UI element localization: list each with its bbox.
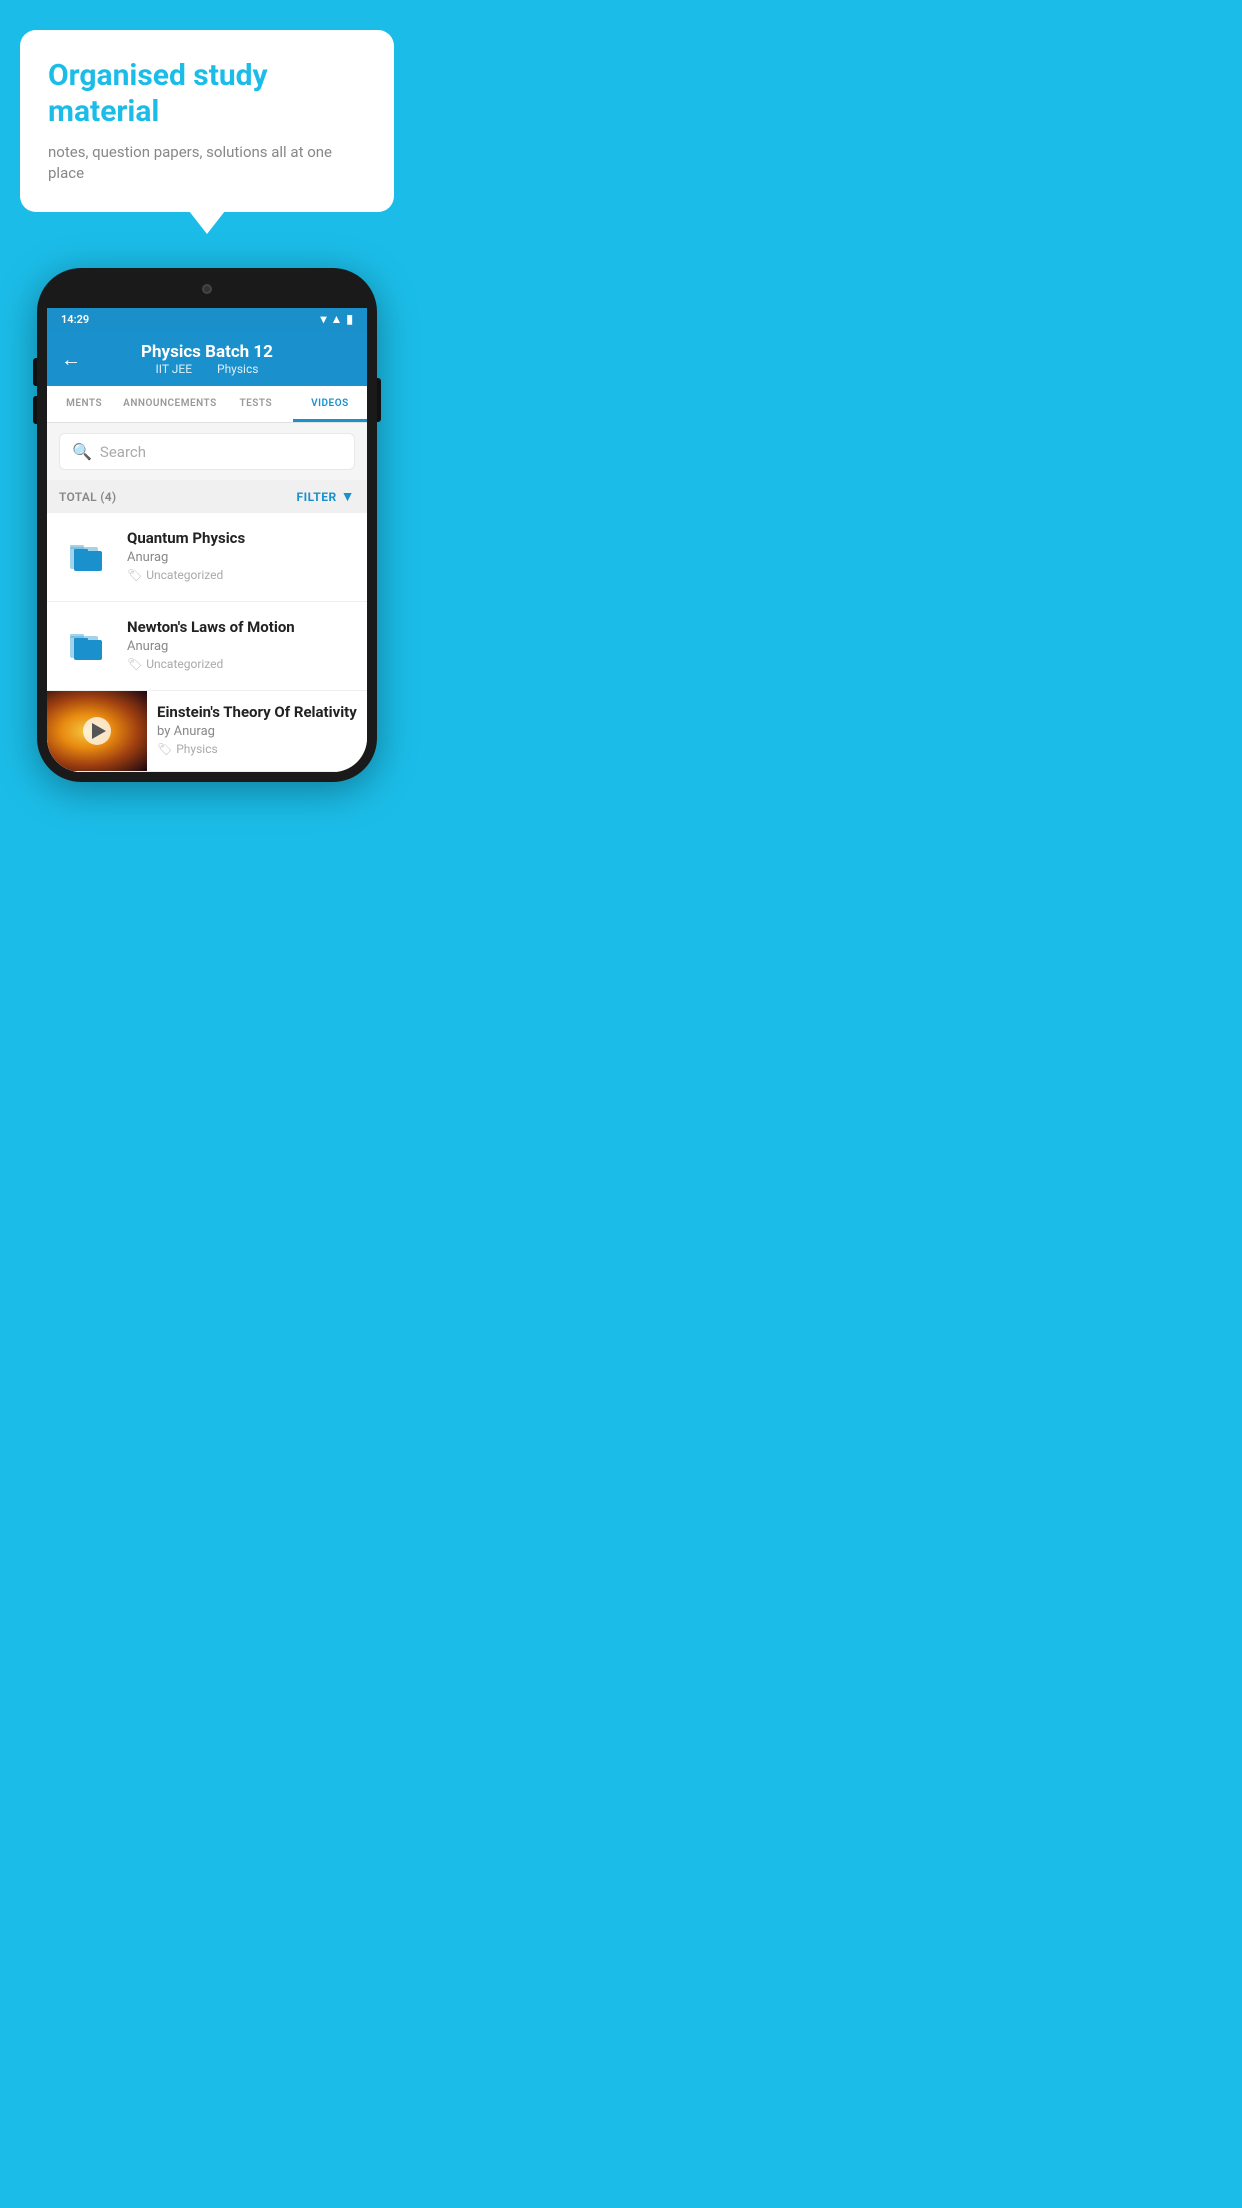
list-item[interactable]: Einstein's Theory Of Relativity by Anura… (47, 691, 367, 772)
volume-up-button (33, 358, 37, 386)
video-tag-quantum: 🏷 Uncategorized (127, 568, 355, 582)
tag-icon: 🏷 (157, 742, 172, 756)
search-icon: 🔍 (72, 442, 92, 461)
video-tag-newton: 🏷 Uncategorized (127, 657, 355, 671)
tag-icon: 🏷 (127, 657, 142, 671)
speech-bubble-section: Organised study material notes, question… (0, 0, 414, 212)
notch-bar (47, 278, 367, 308)
tag-label-einstein: Physics (176, 742, 217, 756)
status-time: 14:29 (61, 313, 89, 326)
status-icons: ▾ ▲ ▮ (320, 312, 353, 326)
video-info-quantum: Quantum Physics Anurag 🏷 Uncategorized (127, 529, 355, 582)
phone-notch (147, 278, 267, 300)
total-label: TOTAL (4) (59, 490, 116, 504)
tag-icon: 🏷 (127, 568, 142, 582)
video-list: Quantum Physics Anurag 🏷 Uncategorized (47, 513, 367, 772)
tab-ments[interactable]: MENTS (47, 386, 121, 422)
back-button[interactable]: ← (61, 347, 81, 372)
wifi-icon: ▾ (320, 312, 326, 326)
play-icon (92, 723, 106, 739)
battery-icon: ▮ (346, 312, 353, 326)
list-item[interactable]: Newton's Laws of Motion Anurag 🏷 Uncateg… (47, 602, 367, 691)
video-author-einstein: by Anurag (157, 724, 357, 739)
video-author-quantum: Anurag (127, 550, 355, 565)
filter-bar: TOTAL (4) FILTER ▼ (47, 480, 367, 513)
header-center: Physics Batch 12 IIT JEE Physics (141, 342, 273, 376)
volume-down-button (33, 396, 37, 424)
tag-label-newton: Uncategorized (146, 657, 223, 671)
speech-bubble: Organised study material notes, question… (20, 30, 394, 212)
video-tag-einstein: 🏷 Physics (157, 742, 357, 756)
filter-icon: ▼ (341, 488, 355, 505)
header-subtitle-separator (203, 362, 209, 376)
status-bar: 14:29 ▾ ▲ ▮ (47, 308, 367, 330)
header-subtitle: IIT JEE Physics (141, 362, 273, 376)
search-bar: 🔍 Search (47, 423, 367, 480)
tab-tests[interactable]: TESTS (219, 386, 293, 422)
play-button[interactable] (83, 717, 111, 745)
video-title-newton: Newton's Laws of Motion (127, 618, 355, 636)
tabs-bar: MENTS ANNOUNCEMENTS TESTS VIDEOS (47, 386, 367, 423)
signal-icon: ▲ (331, 312, 343, 326)
list-item[interactable]: Quantum Physics Anurag 🏷 Uncategorized (47, 513, 367, 602)
tab-announcements[interactable]: ANNOUNCEMENTS (121, 386, 219, 422)
search-input-wrapper[interactable]: 🔍 Search (59, 433, 355, 470)
bubble-subtitle: notes, question papers, solutions all at… (48, 142, 366, 184)
video-title-quantum: Quantum Physics (127, 529, 355, 547)
video-author-newton: Anurag (127, 639, 355, 654)
bubble-title: Organised study material (48, 58, 366, 130)
folder-thumb-quantum (59, 529, 115, 585)
header-title: Physics Batch 12 (141, 342, 273, 362)
tag-label-quantum: Uncategorized (146, 568, 223, 582)
video-info-newton: Newton's Laws of Motion Anurag 🏷 Uncateg… (127, 618, 355, 671)
power-button (377, 378, 381, 422)
folder-icon (65, 535, 109, 579)
filter-button[interactable]: FILTER ▼ (297, 488, 356, 505)
filter-label: FILTER (297, 490, 337, 504)
header-subtitle-part1: IIT JEE (156, 362, 193, 376)
video-thumbnail-einstein (47, 691, 147, 771)
camera-icon (202, 284, 212, 294)
video-info-einstein: Einstein's Theory Of Relativity by Anura… (147, 691, 367, 768)
video-title-einstein: Einstein's Theory Of Relativity (157, 703, 357, 721)
app-header: ← Physics Batch 12 IIT JEE Physics (47, 330, 367, 386)
header-subtitle-part2: Physics (217, 362, 258, 376)
tab-videos[interactable]: VIDEOS (293, 386, 367, 422)
folder-icon (65, 624, 109, 668)
phone-frame: 14:29 ▾ ▲ ▮ ← Physics Batch 12 IIT JEE P… (37, 268, 377, 782)
search-input[interactable]: Search (100, 443, 146, 461)
folder-thumb-newton (59, 618, 115, 674)
phone-screen: 14:29 ▾ ▲ ▮ ← Physics Batch 12 IIT JEE P… (47, 308, 367, 772)
